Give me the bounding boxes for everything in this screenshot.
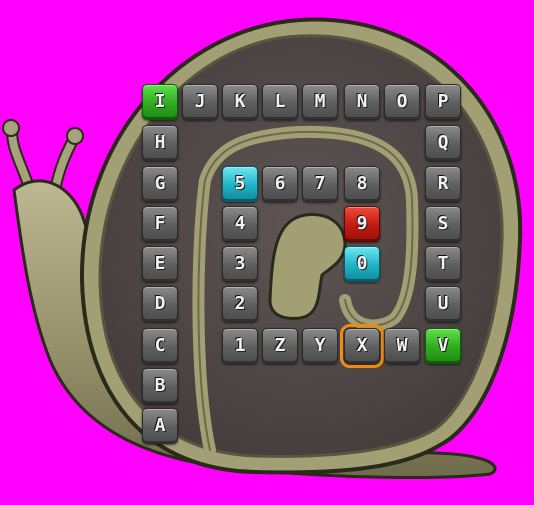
- tile-k[interactable]: K: [222, 84, 258, 120]
- tile-1[interactable]: 1: [222, 328, 258, 364]
- tile-5[interactable]: 5: [222, 166, 258, 202]
- tile-y[interactable]: Y: [302, 328, 338, 364]
- tile-z[interactable]: Z: [262, 328, 298, 364]
- tile-0[interactable]: 0: [344, 246, 380, 282]
- tile-8[interactable]: 8: [344, 166, 380, 202]
- tile-f[interactable]: F: [142, 206, 178, 242]
- tile-9[interactable]: 9: [344, 206, 380, 242]
- tile-l[interactable]: L: [262, 84, 298, 120]
- tile-4[interactable]: 4: [222, 206, 258, 242]
- tile-p[interactable]: P: [425, 84, 461, 120]
- tile-b[interactable]: B: [142, 368, 178, 404]
- tile-6[interactable]: 6: [262, 166, 298, 202]
- tile-3[interactable]: 3: [222, 246, 258, 282]
- tile-s[interactable]: S: [425, 206, 461, 242]
- tile-j[interactable]: J: [182, 84, 218, 120]
- tile-h[interactable]: H: [142, 125, 178, 161]
- tile-d[interactable]: D: [142, 286, 178, 322]
- tile-i[interactable]: I: [142, 84, 178, 120]
- tile-q[interactable]: Q: [425, 125, 461, 161]
- tile-r[interactable]: R: [425, 166, 461, 202]
- tile-a[interactable]: A: [142, 408, 178, 444]
- tile-w[interactable]: W: [384, 328, 420, 364]
- tile-g[interactable]: G: [142, 166, 178, 202]
- tile-m[interactable]: M: [302, 84, 338, 120]
- tile-x[interactable]: X: [340, 324, 384, 368]
- tile-e[interactable]: E: [142, 246, 178, 282]
- tile-7[interactable]: 7: [302, 166, 338, 202]
- tile-2[interactable]: 2: [222, 286, 258, 322]
- tile-v[interactable]: V: [425, 328, 461, 364]
- tile-o[interactable]: O: [384, 84, 420, 120]
- tile-n[interactable]: N: [344, 84, 380, 120]
- tile-t[interactable]: T: [425, 246, 461, 282]
- tile-c[interactable]: C: [142, 328, 178, 364]
- tile-u[interactable]: U: [425, 286, 461, 322]
